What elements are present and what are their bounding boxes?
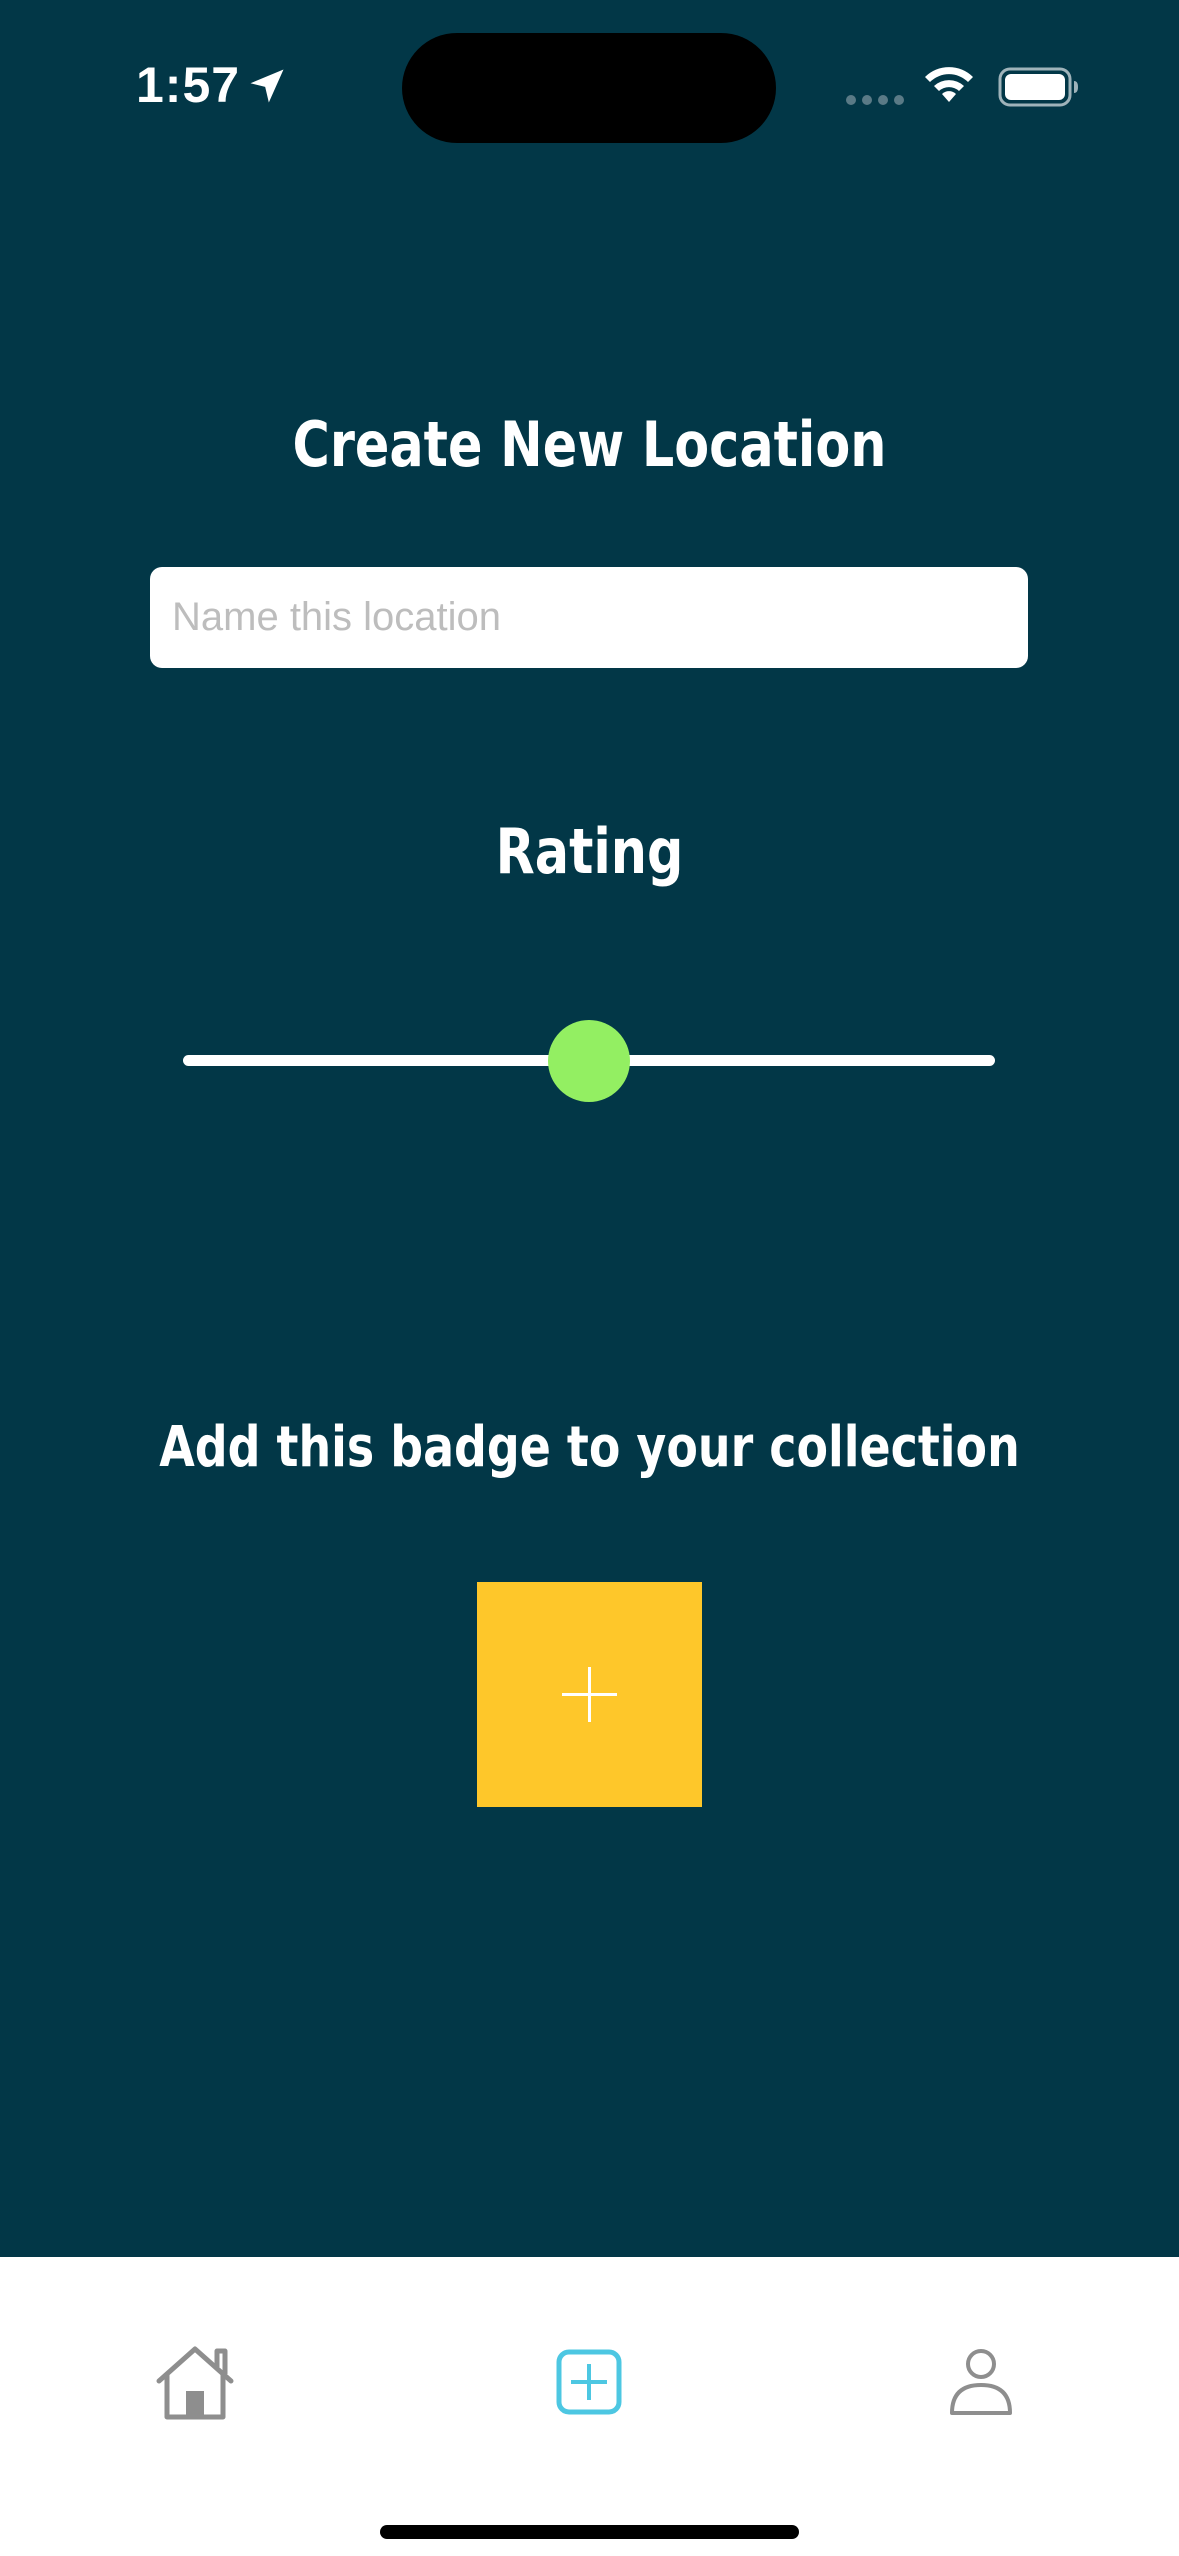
page-title: Create New Location bbox=[292, 408, 887, 481]
location-arrow-icon bbox=[250, 69, 284, 103]
battery-icon bbox=[998, 67, 1078, 107]
tab-home[interactable] bbox=[135, 2322, 255, 2442]
dynamic-island bbox=[402, 33, 776, 143]
status-bar: 1:57 bbox=[0, 0, 1179, 170]
home-icon bbox=[156, 2346, 234, 2420]
add-badge-button[interactable] bbox=[477, 1582, 702, 1807]
rating-slider-thumb[interactable] bbox=[548, 1020, 630, 1102]
home-indicator[interactable] bbox=[380, 2525, 799, 2539]
rating-label: Rating bbox=[495, 815, 684, 888]
create-location-screen: 1:57 Create New Location Rating A bbox=[0, 0, 1179, 2556]
status-time: 1:57 bbox=[136, 57, 241, 113]
signal-dots-icon bbox=[846, 95, 904, 105]
badge-heading: Add this badge to your collection bbox=[159, 1415, 1020, 1480]
profile-icon bbox=[950, 2349, 1012, 2415]
tab-profile[interactable] bbox=[921, 2322, 1041, 2442]
rating-slider[interactable] bbox=[183, 1010, 995, 1110]
location-name-input[interactable] bbox=[150, 567, 1028, 668]
tab-add[interactable] bbox=[529, 2322, 649, 2442]
add-square-icon bbox=[556, 2349, 622, 2415]
plus-icon bbox=[562, 1667, 617, 1722]
tab-bar bbox=[0, 2257, 1179, 2556]
wifi-icon bbox=[925, 67, 973, 102]
